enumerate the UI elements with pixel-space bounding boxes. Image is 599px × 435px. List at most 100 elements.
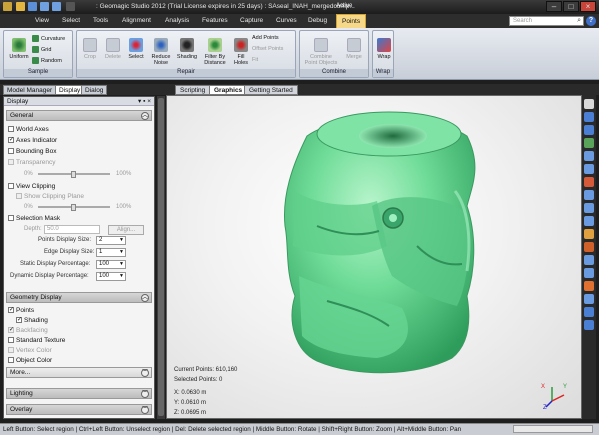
- tab-curves[interactable]: Curves: [276, 17, 297, 24]
- bounding-box-checkbox[interactable]: Bounding Box: [8, 148, 56, 155]
- tab-view[interactable]: View: [35, 17, 49, 24]
- view-tool-icon[interactable]: [584, 255, 594, 265]
- object-color-checkbox[interactable]: Object Color: [8, 357, 52, 364]
- tab-tools[interactable]: Tools: [93, 17, 108, 24]
- section-overlay[interactable]: Overlay ﹀: [6, 404, 152, 415]
- tab-graphics[interactable]: Graphics: [209, 85, 248, 95]
- help-icon[interactable]: ?: [586, 16, 596, 26]
- transparency-slider[interactable]: [38, 171, 110, 178]
- view-tool-icon[interactable]: [584, 125, 594, 135]
- tab-alignment[interactable]: Alignment: [122, 17, 151, 24]
- add-points-button[interactable]: Add Points: [252, 35, 279, 41]
- view-tool-icon[interactable]: [584, 320, 594, 330]
- panel-pin-icon[interactable]: ▾ ▪ ×: [138, 97, 151, 105]
- backfacing-checkbox[interactable]: ✓ Backfacing: [8, 327, 48, 334]
- view-tool-icon[interactable]: [584, 294, 594, 304]
- align-button[interactable]: Align...: [108, 225, 144, 235]
- section-general[interactable]: General ︿: [6, 110, 152, 121]
- view-clipping-checkbox[interactable]: View Clipping: [8, 183, 55, 190]
- section-lighting[interactable]: Lighting ﹀: [6, 388, 152, 399]
- view-tool-icon[interactable]: [584, 307, 594, 317]
- panel-scrollbar[interactable]: [157, 96, 165, 419]
- collapse-icon: ︿: [141, 294, 149, 302]
- select-button[interactable]: Select: [126, 38, 146, 60]
- wrap-button[interactable]: Wrap: [375, 38, 393, 60]
- shading-checkbox[interactable]: ✓ Shading: [16, 317, 48, 324]
- view-tool-icon[interactable]: [584, 177, 594, 187]
- maximize-button[interactable]: □: [563, 1, 579, 12]
- view-tool-icon[interactable]: [584, 216, 594, 226]
- standard-texture-checkbox[interactable]: Standard Texture: [8, 337, 65, 344]
- axis-label-x: X: [541, 384, 546, 390]
- tab-analysis[interactable]: Analysis: [165, 17, 189, 24]
- graphics-viewport[interactable]: Current Points: 610,160 Selected Points:…: [166, 95, 582, 419]
- close-button[interactable]: ×: [580, 1, 596, 12]
- view-tool-icon[interactable]: [584, 242, 594, 252]
- tab-model-manager[interactable]: Model Manager: [3, 85, 57, 95]
- chevron-down-icon: ▼: [119, 237, 124, 243]
- grid-button[interactable]: Grid: [32, 46, 51, 53]
- filter-by-distance-button[interactable]: Filter By Distance: [201, 38, 229, 66]
- transparency-checkbox[interactable]: Transparency: [8, 159, 56, 166]
- view-tool-icon[interactable]: [584, 99, 594, 109]
- view-tool-icon[interactable]: [584, 112, 594, 122]
- tab-getting-started[interactable]: Getting Started: [244, 85, 298, 95]
- search-input[interactable]: Search ⌕: [509, 16, 584, 26]
- show-clipping-plane-checkbox[interactable]: Show Clipping Plane: [16, 193, 84, 200]
- crop-button[interactable]: Crop: [81, 38, 99, 60]
- shading-button[interactable]: Shading: [175, 38, 199, 60]
- view-tool-icon[interactable]: [584, 229, 594, 239]
- view-tool-icon[interactable]: [584, 203, 594, 213]
- axes-indicator-checkbox[interactable]: ✓ Axes Indicator: [8, 137, 57, 144]
- minimize-button[interactable]: –: [546, 1, 562, 12]
- save-icon[interactable]: [28, 2, 37, 11]
- tab-scripting[interactable]: Scripting: [175, 85, 211, 95]
- static-display-pct-select[interactable]: 100 ▼: [96, 260, 126, 269]
- view-tool-icon[interactable]: [584, 281, 594, 291]
- section-geometry-display[interactable]: Geometry Display ︿: [6, 292, 152, 303]
- view-tool-icon[interactable]: [584, 190, 594, 200]
- redo-icon[interactable]: [52, 2, 61, 11]
- tab-debug[interactable]: Debug: [308, 17, 327, 24]
- points-checkbox[interactable]: ✓ Points: [8, 307, 34, 314]
- view-tool-icon[interactable]: [584, 268, 594, 278]
- tab-dialog[interactable]: Dialog: [81, 85, 108, 95]
- vertex-color-checkbox[interactable]: Vertex Color: [8, 347, 52, 354]
- edge-display-size-select[interactable]: 1 ▼: [96, 248, 126, 257]
- fit-button[interactable]: Fit: [252, 57, 258, 63]
- tab-features[interactable]: Features: [202, 17, 228, 24]
- view-tool-icon[interactable]: [584, 138, 594, 148]
- offset-points-button[interactable]: Offset Points: [252, 46, 283, 52]
- reduce-noise-icon: [154, 38, 168, 52]
- app-menu-icon[interactable]: [3, 2, 12, 11]
- delete-button[interactable]: Delete: [102, 38, 124, 60]
- points-display-size-select[interactable]: 2 ▼: [96, 236, 126, 245]
- group-combine: Combine Point Objects Merge Combine: [299, 30, 369, 78]
- dynamic-display-pct-select[interactable]: 100 ▼: [96, 272, 126, 281]
- view-tool-icon[interactable]: [584, 164, 594, 174]
- group-sample: Uniform Curvature Grid Random Sample: [3, 30, 73, 78]
- combine-point-objects-button[interactable]: Combine Point Objects: [303, 38, 339, 66]
- random-button[interactable]: Random: [32, 57, 62, 64]
- clipping-slider[interactable]: [38, 204, 110, 211]
- more-button[interactable]: More... ﹀: [6, 367, 152, 378]
- world-axes-checkbox[interactable]: World Axes: [8, 126, 49, 133]
- reduce-noise-button[interactable]: Reduce Noise: [148, 38, 174, 66]
- tab-display[interactable]: Display: [55, 85, 85, 95]
- panel-tab-bar: Model Manager Display Dialog: [0, 84, 165, 95]
- customize-toolbar-icon[interactable]: [66, 2, 75, 11]
- tab-points[interactable]: Points: [336, 14, 367, 28]
- uniform-button[interactable]: Uniform: [7, 38, 31, 60]
- tab-capture[interactable]: Capture: [240, 17, 263, 24]
- selection-mask-checkbox[interactable]: Selection Mask: [8, 215, 60, 222]
- undo-icon[interactable]: [40, 2, 49, 11]
- view-tool-icon[interactable]: [584, 151, 594, 161]
- merge-button[interactable]: Merge: [342, 38, 366, 60]
- fill-holes-button[interactable]: Fill Holes: [232, 38, 250, 66]
- tab-select[interactable]: Select: [62, 17, 80, 24]
- open-folder-icon[interactable]: [16, 2, 25, 11]
- context-tab-label: Active: [336, 3, 353, 9]
- random-icon: [32, 57, 39, 64]
- curvature-button[interactable]: Curvature: [32, 35, 65, 42]
- depth-input[interactable]: 50.0: [44, 225, 100, 234]
